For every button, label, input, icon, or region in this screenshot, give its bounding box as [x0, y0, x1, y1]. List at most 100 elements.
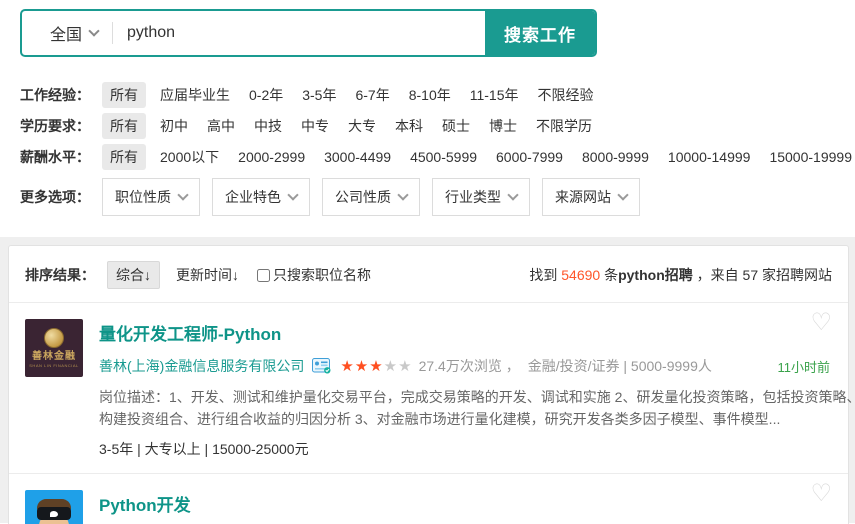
- filter-row-salary: 薪酬水平： 所有 2000以下 2000-2999 3000-4499 4500…: [20, 145, 855, 169]
- sort-bar: 排序结果： 综合↓ 更新时间↓ 只搜索职位名称 找到 54690 条python…: [9, 246, 848, 302]
- filter-label: 工作经验：: [20, 85, 90, 105]
- company-logo[interactable]: 善林金融 SHAN LIN FINANCIAL: [25, 319, 83, 377]
- dropdown-label: 企业特色: [225, 187, 281, 207]
- filter-option[interactable]: 中专: [301, 116, 329, 136]
- summary-found: 找到: [529, 267, 561, 283]
- filter-option[interactable]: 6000-7999: [496, 149, 563, 165]
- filter-option-all[interactable]: 所有: [102, 144, 146, 170]
- summary-unit: 条: [600, 267, 618, 283]
- summary-keyword: python招聘: [618, 267, 693, 283]
- filter-row-more-options: 更多选项： 职位性质 企业特色 公司性质 行业类型 来源网站: [20, 179, 855, 215]
- company-rating-stars: ★★★★★: [340, 357, 412, 375]
- filter-option[interactable]: 中技: [254, 116, 282, 136]
- filter-option[interactable]: 不限经验: [538, 85, 594, 105]
- favorite-heart-icon[interactable]: ♡: [810, 482, 832, 506]
- city-label: 全国: [50, 21, 82, 45]
- gold-coin-icon: [44, 328, 64, 348]
- filter-option[interactable]: 2000-2999: [238, 149, 305, 165]
- dropdown-label: 职位性质: [115, 187, 171, 207]
- title-only-checkbox-label: 只搜索职位名称: [273, 265, 371, 285]
- job-title-link[interactable]: 量化开发工程师-Python: [99, 320, 832, 345]
- search-input[interactable]: [113, 11, 485, 55]
- summary-from: ，来自: [693, 267, 743, 283]
- filter-option[interactable]: 8000-9999: [582, 149, 649, 165]
- title-only-checkbox[interactable]: [257, 269, 270, 282]
- filter-panel: 工作经验： 所有 应届毕业生 0-2年 3-5年 6-7年 8-10年 11-1…: [0, 57, 855, 215]
- chevron-down-icon: [507, 189, 518, 200]
- filter-row-education: 学历要求： 所有 初中 高中 中技 中专 大专 本科 硕士 博士 不限学历: [20, 114, 855, 138]
- chevron-down-icon: [88, 25, 99, 36]
- dropdown-company-feature[interactable]: 企业特色: [212, 178, 310, 216]
- posted-time: 11小时前: [778, 357, 833, 376]
- filter-option[interactable]: 6-7年: [355, 85, 389, 105]
- bird-icon: [50, 511, 58, 517]
- favorite-heart-icon[interactable]: ♡: [810, 311, 832, 335]
- filter-option[interactable]: 3-5年: [302, 85, 336, 105]
- filter-option[interactable]: 本科: [395, 116, 423, 136]
- filter-label: 学历要求：: [20, 116, 90, 136]
- logo-text: 善林金融: [32, 351, 76, 363]
- filter-option[interactable]: 博士: [489, 116, 517, 136]
- dropdown-job-type[interactable]: 职位性质: [102, 178, 200, 216]
- dropdown-label: 行业类型: [445, 187, 501, 207]
- filter-option[interactable]: 3000-4499: [324, 149, 391, 165]
- job-description: 岗位描述：1、开发、测试和维护量化交易平台，完成交易策略的开发、调试和实施 2、…: [99, 387, 855, 430]
- filter-option[interactable]: 大专: [348, 116, 376, 136]
- search-bar: 全国 搜索工作: [20, 9, 597, 57]
- chevron-down-icon: [617, 189, 628, 200]
- job-content: 量化开发工程师-Python 善林(上海)金融信息服务有限公司 ★★★★★ 27…: [99, 319, 832, 459]
- title-only-checkbox-wrap: 只搜索职位名称: [257, 265, 371, 285]
- summary-count: 54690: [561, 267, 600, 283]
- filter-option[interactable]: 硕士: [442, 116, 470, 136]
- filter-option[interactable]: 应届毕业生: [160, 85, 230, 105]
- filter-row-experience: 工作经验： 所有 应届毕业生 0-2年 3-5年 6-7年 8-10年 11-1…: [20, 83, 855, 107]
- filter-option[interactable]: 11-15年: [470, 85, 519, 105]
- summary-sites-count: 57: [743, 267, 759, 283]
- filter-option[interactable]: 初中: [160, 116, 188, 136]
- industry-size: 金融/投资/证券 | 5000-9999人: [528, 356, 712, 376]
- view-count: 27.4万次浏览 ，: [419, 356, 520, 376]
- filter-option-all[interactable]: 所有: [102, 113, 146, 139]
- filter-option[interactable]: 高中: [207, 116, 235, 136]
- filter-option[interactable]: 4500-5999: [410, 149, 477, 165]
- filter-label: 更多选项：: [20, 187, 90, 207]
- filter-option[interactable]: 8-10年: [409, 85, 451, 105]
- company-logo[interactable]: [25, 490, 83, 524]
- logo-subtext: SHAN LIN FINANCIAL: [29, 363, 78, 368]
- sort-label: 排序结果：: [25, 265, 95, 285]
- sort-update-time-button[interactable]: 更新时间↓: [176, 265, 239, 285]
- results-section: 排序结果： 综合↓ 更新时间↓ 只搜索职位名称 找到 54690 条python…: [0, 237, 855, 523]
- results-card: 排序结果： 综合↓ 更新时间↓ 只搜索职位名称 找到 54690 条python…: [8, 245, 849, 524]
- company-link[interactable]: 善林(上海)金融信息服务有限公司: [99, 356, 304, 376]
- dropdown-company-type[interactable]: 公司性质: [322, 178, 420, 216]
- city-selector[interactable]: 全国: [22, 11, 112, 55]
- dropdown-label: 来源网站: [555, 187, 611, 207]
- job-requirements: 3-5年 | 大专以上 | 15000-25000元: [99, 439, 832, 459]
- results-summary: 找到 54690 条python招聘 ，来自 57 家招聘网站: [529, 265, 832, 285]
- company-line: 善林(上海)金融信息服务有限公司 ★★★★★ 27.4万次浏览 ， 金融/投资/…: [99, 356, 832, 376]
- search-section: 全国 搜索工作: [0, 0, 855, 57]
- filter-option[interactable]: 15000-19999: [769, 149, 852, 165]
- stars-filled: ★★★: [340, 358, 383, 375]
- chevron-down-icon: [287, 189, 298, 200]
- vr-goggles-icon: [37, 507, 71, 520]
- sort-composite-button[interactable]: 综合↓: [107, 261, 160, 289]
- job-listing: 善林金融 SHAN LIN FINANCIAL 量化开发工程师-Python 善…: [9, 302, 848, 473]
- dropdown-source-site[interactable]: 来源网站: [542, 178, 640, 216]
- search-button[interactable]: 搜索工作: [485, 11, 595, 55]
- chevron-down-icon: [177, 189, 188, 200]
- chevron-down-icon: [397, 189, 408, 200]
- dropdown-industry[interactable]: 行业类型: [432, 178, 530, 216]
- filter-option[interactable]: 2000以下: [160, 147, 219, 167]
- job-listing: Python开发 深圳市藤讯科技有限公司 9123次浏览 ， 计算机软件 | 1…: [9, 473, 848, 524]
- filter-option[interactable]: 不限学历: [536, 116, 592, 136]
- summary-suffix: 家招聘网站: [758, 267, 832, 283]
- filter-option-all[interactable]: 所有: [102, 82, 146, 108]
- filter-option[interactable]: 10000-14999: [668, 149, 751, 165]
- job-title-link[interactable]: Python开发: [99, 491, 832, 516]
- stars-empty: ★★: [384, 358, 413, 375]
- dropdown-label: 公司性质: [335, 187, 391, 207]
- filter-option[interactable]: 0-2年: [249, 85, 283, 105]
- verified-company-icon[interactable]: [312, 358, 332, 374]
- job-content: Python开发 深圳市藤讯科技有限公司 9123次浏览 ， 计算机软件 | 1…: [99, 490, 832, 524]
